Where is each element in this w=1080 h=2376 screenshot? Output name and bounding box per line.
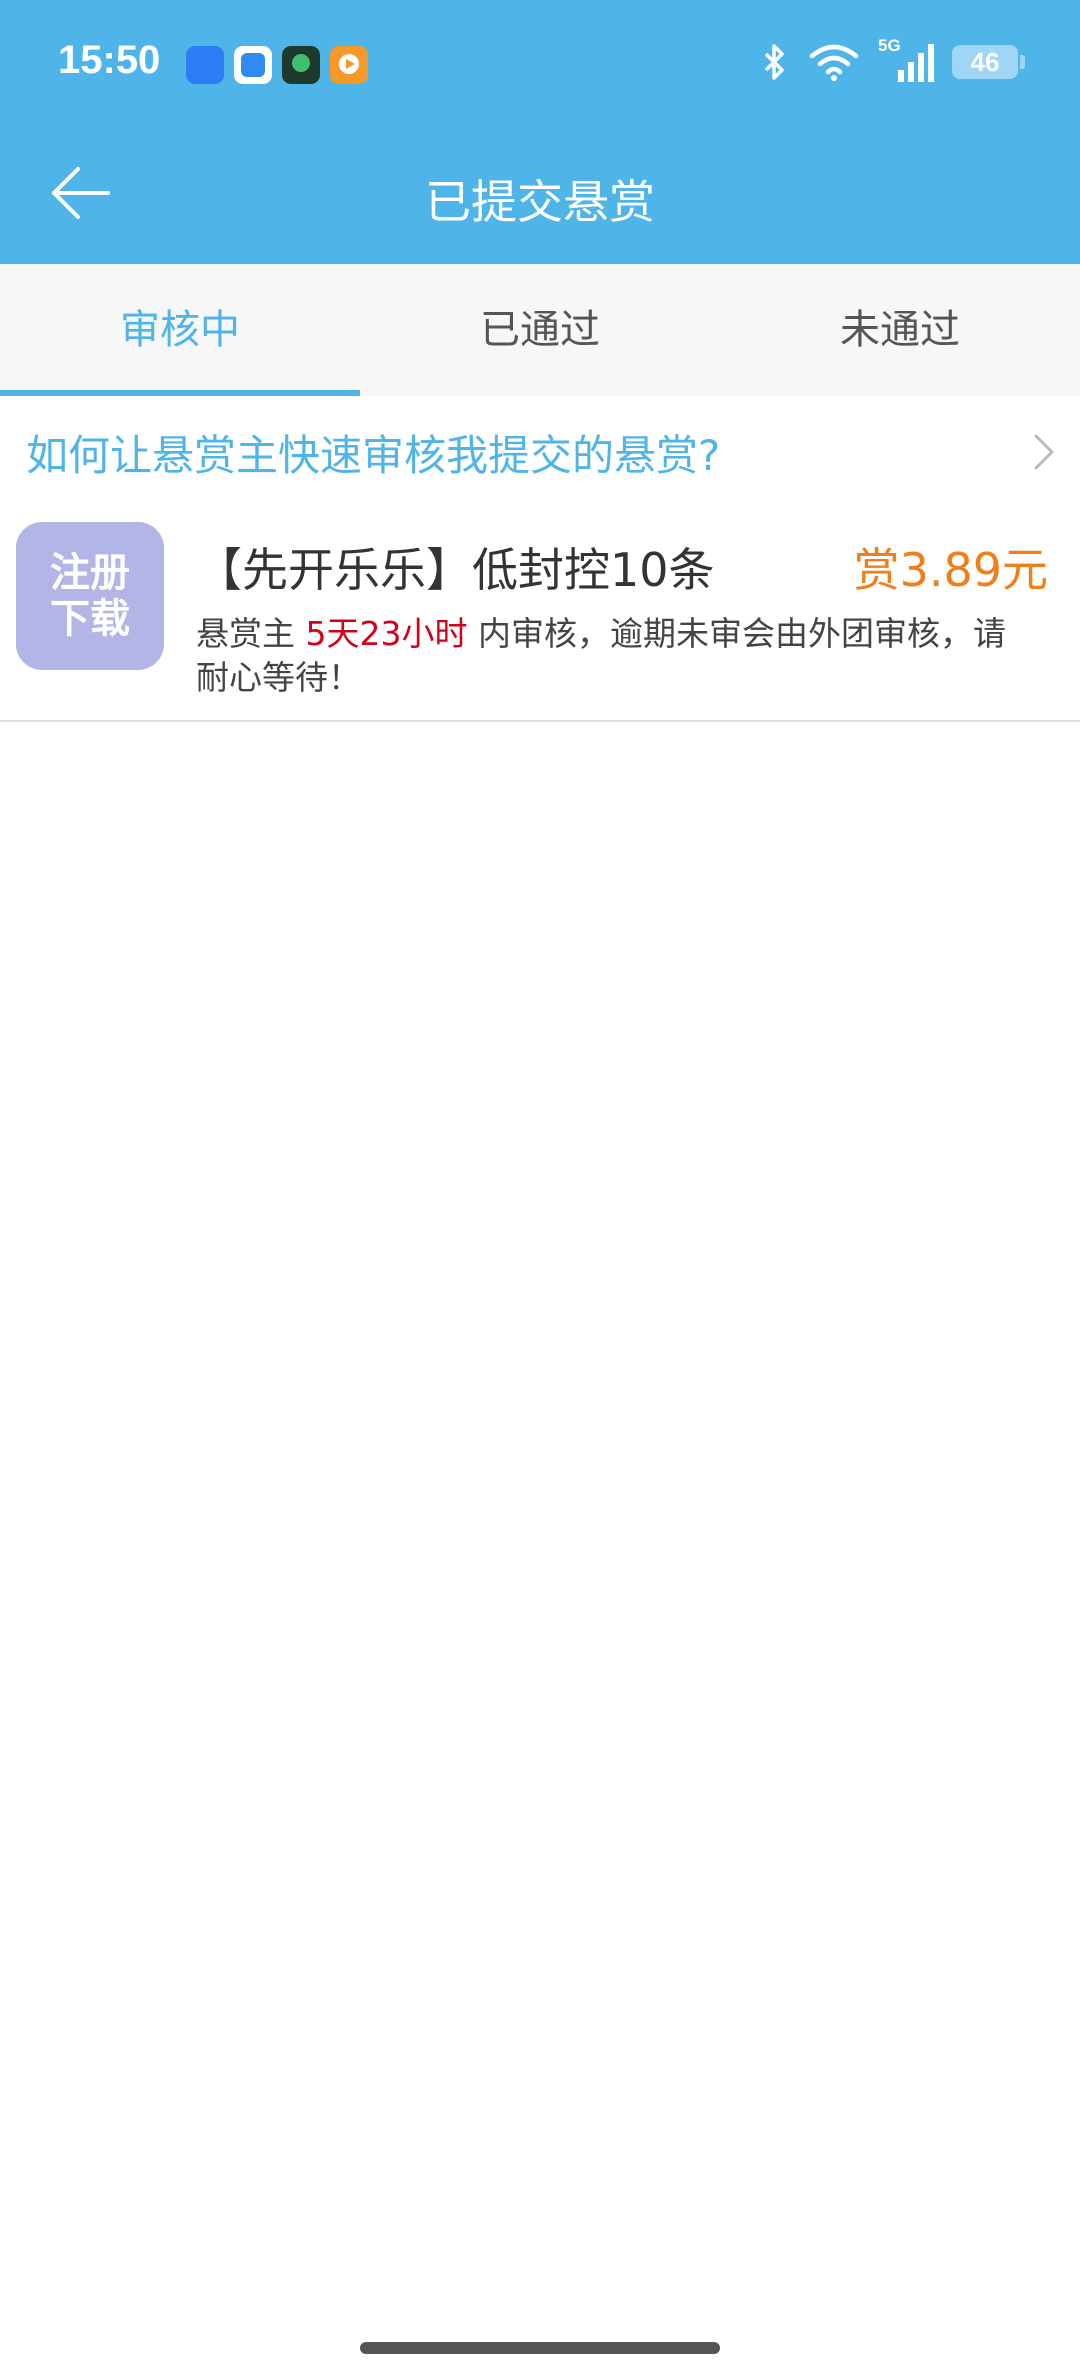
task-card[interactable]: 注册 下载 【先开乐乐】低封控10条 赏3.89元 悬赏主 5天23小时 内审核…	[0, 508, 1080, 722]
help-link-row[interactable]: 如何让悬赏主快速审核我提交的悬赏?	[0, 396, 1080, 508]
task-reward: 赏3.89元	[853, 543, 1048, 597]
task-category-line1: 注册	[50, 550, 130, 596]
task-review-note-prefix: 悬赏主	[196, 614, 306, 653]
bluetooth-icon	[764, 44, 784, 80]
status-tabs: 审核中 已通过 未通过	[0, 264, 1080, 396]
tab-approved[interactable]: 已通过	[360, 264, 720, 396]
task-review-note: 悬赏主 5天23小时 内审核，逾期未审会由外团审核，请耐心等待！	[196, 612, 1036, 700]
status-right-group: 5G 46	[760, 36, 1025, 84]
help-link-text: 如何让悬赏主快速审核我提交的悬赏?	[26, 430, 721, 480]
status-time: 15:50	[58, 38, 161, 82]
notif-app-1-icon	[186, 46, 224, 84]
signal-icon: 5G	[878, 36, 934, 84]
tab-under-review[interactable]: 审核中	[0, 264, 360, 396]
wifi-icon	[809, 44, 859, 81]
task-category-icon: 注册 下载	[16, 522, 164, 670]
tab-rejected[interactable]: 未通过	[720, 264, 1080, 396]
notif-app-3-icon	[282, 46, 320, 84]
task-review-deadline: 5天23小时	[305, 614, 468, 653]
home-indicator[interactable]	[360, 2342, 720, 2354]
page-title: 已提交悬赏	[425, 175, 655, 229]
battery-icon: 46	[952, 45, 1025, 79]
task-title: 【先开乐乐】低封控10条	[196, 543, 715, 597]
chevron-right-icon	[1034, 434, 1054, 470]
notif-app-2-icon	[234, 46, 272, 84]
header-bar: 15:50 5G 46 已提交悬赏	[0, 0, 1080, 264]
notif-app-4-icon	[330, 46, 368, 84]
notification-icons	[186, 46, 368, 84]
task-category-line2: 下载	[50, 596, 130, 642]
